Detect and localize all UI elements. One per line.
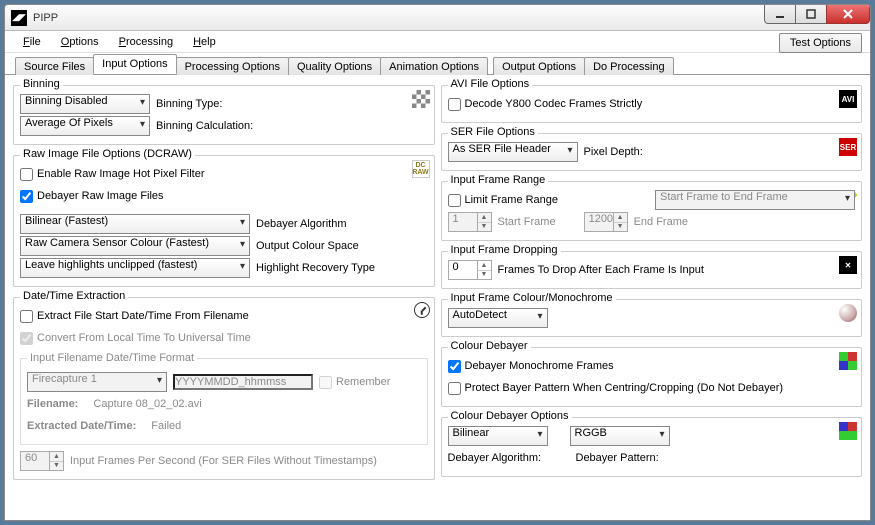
menu-processing[interactable]: Processing bbox=[109, 34, 183, 50]
filename-value: Capture 08_02_02.avi bbox=[93, 398, 201, 410]
binning-icon bbox=[412, 90, 430, 108]
tab-quality-options[interactable]: Quality Options bbox=[288, 57, 381, 75]
sphere-icon bbox=[839, 304, 857, 322]
app-icon: ◢◤ bbox=[11, 10, 27, 26]
legend-datetime: Date/Time Extraction bbox=[20, 290, 128, 302]
highlight-label: Highlight Recovery Type bbox=[256, 262, 375, 274]
legend-colour-mono: Input Frame Colour/Monochrome bbox=[448, 292, 616, 304]
protect-bayer-checkbox[interactable]: Protect Bayer Pattern When Centring/Crop… bbox=[448, 378, 856, 398]
drop-icon: ✕ bbox=[839, 256, 857, 274]
menu-help[interactable]: Help bbox=[183, 34, 226, 50]
tab-animation-options[interactable]: Animation Options bbox=[380, 57, 488, 75]
debayer-opts-pattern-combo[interactable]: RGGB bbox=[570, 426, 670, 446]
y800-strict-checkbox[interactable]: Decode Y800 Codec Frames Strictly bbox=[448, 94, 856, 114]
group-frame-range: Input Frame Range Limit Frame Range Star… bbox=[441, 181, 863, 241]
legend-colour-debayer: Colour Debayer bbox=[448, 340, 531, 352]
debayer-mono-checkbox[interactable]: Debayer Monochrome Frames bbox=[448, 356, 856, 376]
filename-format-group: Input Filename Date/Time Format Firecapt… bbox=[20, 352, 428, 445]
tab-source-files[interactable]: Source Files bbox=[15, 57, 94, 75]
extracted-label: Extracted Date/Time: bbox=[27, 420, 136, 432]
group-binning: Binning Binning Disabled Binning Type: A… bbox=[13, 85, 435, 145]
debayer-opts-algo-label: Debayer Algorithm: bbox=[448, 452, 554, 464]
fps-spinner: 60▲▼ bbox=[20, 451, 64, 471]
legend-avi: AVI File Options bbox=[448, 78, 533, 90]
end-frame-label: End Frame bbox=[634, 216, 688, 228]
minimize-button[interactable] bbox=[764, 4, 796, 24]
debayer-algo-combo[interactable]: Bilinear (Fastest) bbox=[20, 214, 250, 234]
filename-label: Filename: bbox=[27, 398, 78, 410]
debayer-opts-algo-combo[interactable]: Bilinear bbox=[448, 426, 548, 446]
binning-calc-combo[interactable]: Average Of Pixels bbox=[20, 116, 150, 136]
group-colour-debayer: Colour Debayer Debayer Monochrome Frames… bbox=[441, 347, 863, 407]
legend-dcraw: Raw Image File Options (DCRAW) bbox=[20, 148, 195, 160]
tab-input-options[interactable]: Input Options bbox=[93, 54, 176, 74]
legend-ser: SER File Options bbox=[448, 126, 538, 138]
ser-icon: SER bbox=[839, 138, 857, 156]
group-ser: SER File Options SER As SER File Header … bbox=[441, 133, 863, 171]
debayer-raw-checkbox[interactable]: Debayer Raw Image Files bbox=[20, 186, 428, 206]
extract-datetime-checkbox[interactable]: Extract File Start Date/Time From Filena… bbox=[20, 306, 428, 326]
group-avi: AVI File Options AVI Decode Y800 Codec F… bbox=[441, 85, 863, 123]
filename-format-legend: Input Filename Date/Time Format bbox=[27, 352, 197, 364]
limit-range-checkbox[interactable]: Limit Frame Range bbox=[448, 194, 559, 207]
start-frame-spinner: 1▲▼ bbox=[448, 212, 492, 232]
binning-type-combo[interactable]: Binning Disabled bbox=[20, 94, 150, 114]
binning-calc-label: Binning Calculation: bbox=[156, 120, 253, 132]
window-title: PIPP bbox=[33, 12, 864, 24]
clock-icon bbox=[414, 302, 430, 318]
avi-icon: AVI bbox=[839, 90, 857, 108]
tab-processing-options[interactable]: Processing Options bbox=[176, 57, 289, 75]
range-mode-combo: Start Frame to End Frame bbox=[655, 190, 855, 210]
hotpixel-checkbox[interactable]: Enable Raw Image Hot Pixel Filter bbox=[20, 164, 428, 184]
fps-label: Input Frames Per Second (For SER Files W… bbox=[70, 455, 377, 467]
legend-binning: Binning bbox=[20, 78, 63, 90]
datetime-preset-combo: Firecapture 1 bbox=[27, 372, 167, 392]
binning-type-label: Binning Type: bbox=[156, 98, 222, 110]
colour-space-label: Output Colour Space bbox=[256, 240, 359, 252]
remember-checkbox: Remember bbox=[319, 376, 390, 389]
group-frame-dropping: Input Frame Dropping ✕ 0▲▼ Frames To Dro… bbox=[441, 251, 863, 289]
drop-label: Frames To Drop After Each Frame Is Input bbox=[498, 264, 704, 276]
titlebar[interactable]: ◢◤ PIPP bbox=[5, 5, 870, 31]
highlight-combo[interactable]: Leave highlights unclipped (fastest) bbox=[20, 258, 250, 278]
tab-output-options[interactable]: Output Options bbox=[493, 57, 585, 75]
datetime-pattern-field bbox=[173, 374, 313, 390]
dcraw-icon: DCRAW bbox=[412, 160, 430, 178]
legend-frame-dropping: Input Frame Dropping bbox=[448, 244, 561, 256]
convert-utc-checkbox[interactable]: Convert From Local Time To Universal Tim… bbox=[20, 328, 428, 348]
bayer-icon bbox=[839, 352, 857, 370]
pixel-depth-label: Pixel Depth: bbox=[584, 146, 643, 158]
group-datetime: Date/Time Extraction Extract File Start … bbox=[13, 297, 435, 480]
extracted-value: Failed bbox=[151, 420, 181, 432]
group-colour-debayer-options: Colour Debayer Options Bilinear RGGB Deb… bbox=[441, 417, 863, 477]
legend-colour-debayer-opts: Colour Debayer Options bbox=[448, 410, 572, 422]
menu-file[interactable]: File bbox=[13, 34, 51, 50]
mono-mode-combo[interactable]: AutoDetect bbox=[448, 308, 548, 328]
legend-frame-range: Input Frame Range bbox=[448, 174, 549, 186]
group-colour-mono: Input Frame Colour/Monochrome AutoDetect bbox=[441, 299, 863, 337]
colour-space-combo[interactable]: Raw Camera Sensor Colour (Fastest) bbox=[20, 236, 250, 256]
debayer-algo-label: Debayer Algorithm bbox=[256, 218, 347, 230]
app-window: ◢◤ PIPP File Options Processing Help Tes… bbox=[4, 4, 871, 521]
menu-options[interactable]: Options bbox=[51, 34, 109, 50]
pixel-depth-combo[interactable]: As SER File Header bbox=[448, 142, 578, 162]
bayer2-icon bbox=[839, 422, 857, 440]
start-frame-label: Start Frame bbox=[498, 216, 556, 228]
drop-n-spinner[interactable]: 0▲▼ bbox=[448, 260, 492, 280]
maximize-button[interactable] bbox=[795, 4, 827, 24]
tabs: Source Files Input Options Processing Op… bbox=[5, 53, 870, 75]
test-options-button[interactable]: Test Options bbox=[779, 33, 862, 53]
close-button[interactable] bbox=[826, 4, 870, 24]
group-dcraw: Raw Image File Options (DCRAW) DCRAW Ena… bbox=[13, 155, 435, 287]
end-frame-spinner: 1200▲▼ bbox=[584, 212, 628, 232]
debayer-opts-pattern-label: Debayer Pattern: bbox=[576, 452, 659, 464]
menubar: File Options Processing Help Test Option… bbox=[5, 31, 870, 53]
tab-do-processing[interactable]: Do Processing bbox=[584, 57, 674, 75]
